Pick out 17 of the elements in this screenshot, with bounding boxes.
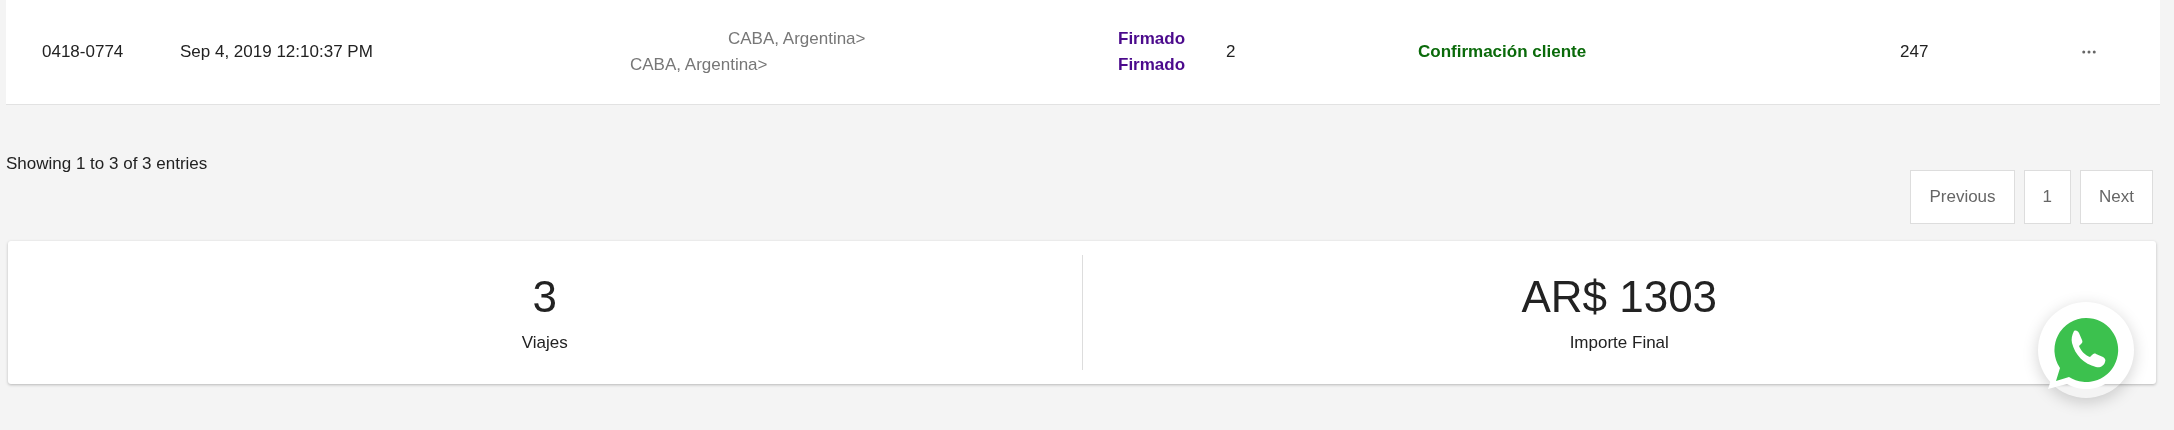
stat-value: 3 — [532, 270, 557, 323]
trip-date: Sep 4, 2019 12:10:37 PM — [180, 41, 374, 64]
trip-amount: 247 — [1900, 41, 1930, 64]
pagination-button[interactable]: 1 — [2023, 170, 2072, 224]
stat-label: Importe Final — [1569, 331, 1669, 354]
trip-id: 0418-0774 — [42, 41, 125, 64]
stat-value: AR$ 1303 — [1521, 270, 1718, 323]
pagination-button[interactable]: Next — [2080, 170, 2153, 224]
entries-info: Showing 1 to 3 of 3 entries — [5, 153, 209, 175]
destination-text: CABA, Argentina> — [630, 54, 768, 76]
trip-status: Confirmación cliente — [1418, 41, 1588, 64]
pagination-button[interactable]: Previous — [1910, 170, 2015, 224]
trip-count: 2 — [1226, 41, 1237, 64]
origin-text: CABA, Argentina> — [727, 28, 866, 50]
signature-status: Firmado — [1118, 54, 1186, 76]
stat-label: Viajes — [521, 331, 568, 354]
signature-status: Firmado — [1118, 28, 1186, 50]
